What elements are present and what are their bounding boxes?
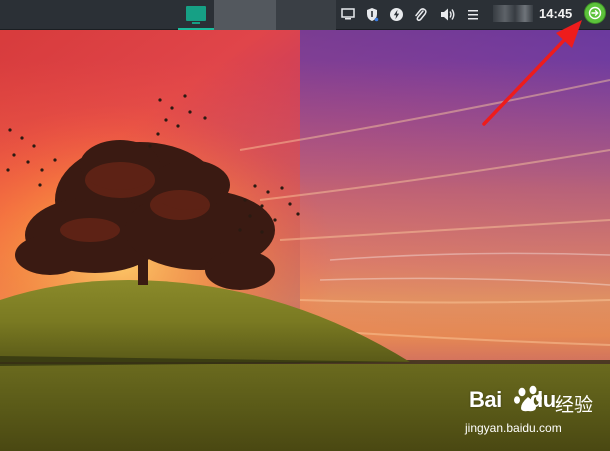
paw-icon [514, 385, 542, 412]
exit-arrow-icon [588, 6, 602, 20]
taskbar-item-3[interactable] [276, 0, 336, 30]
paperclip-icon[interactable] [412, 6, 428, 22]
active-indicator [178, 28, 214, 30]
watermark-url: jingyan.baidu.com [465, 421, 562, 435]
menu-icon[interactable] [466, 6, 482, 22]
speaker-icon[interactable] [440, 6, 456, 22]
monitor-icon[interactable] [340, 6, 356, 22]
taskbar-item-active[interactable] [178, 0, 214, 30]
blurred-username [493, 5, 533, 22]
logout-button[interactable] [584, 2, 606, 24]
baidu-watermark: Bai du 经验 jingyan.baidu.com [463, 385, 603, 445]
desktop-wallpaper [0, 0, 610, 451]
clock[interactable]: 14:45 [539, 5, 572, 23]
taskbar-item-2[interactable] [214, 0, 276, 30]
top-panel: 14:45 [0, 0, 610, 30]
watermark-cn-text: 经验 [555, 394, 594, 416]
lightning-icon[interactable] [388, 6, 404, 22]
shield-icon[interactable] [364, 6, 380, 22]
desktop-icon [186, 6, 206, 24]
